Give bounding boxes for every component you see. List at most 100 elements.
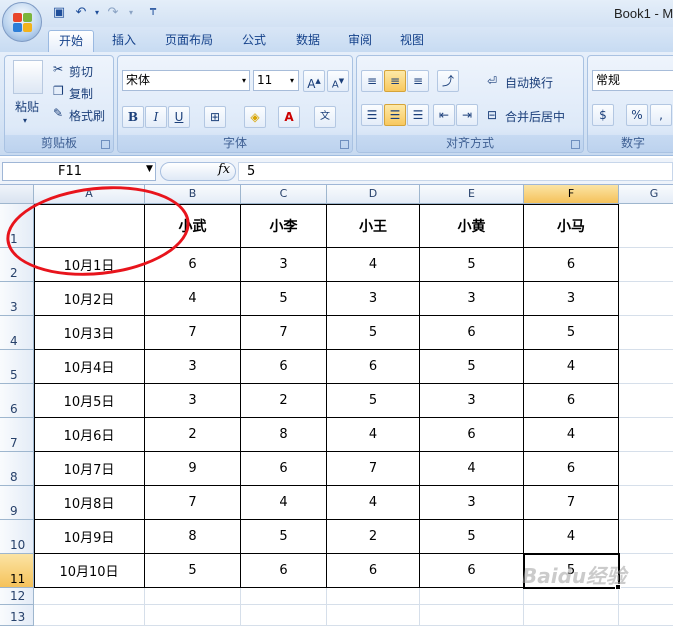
value-cell[interactable]: 3: [420, 282, 524, 316]
copy-button[interactable]: 复制: [69, 85, 93, 102]
date-cell[interactable]: 10月4日: [34, 350, 145, 384]
value-cell[interactable]: 5: [327, 316, 420, 350]
merge-center-icon[interactable]: ⊟: [487, 108, 497, 122]
value-cell[interactable]: 7: [327, 452, 420, 486]
value-cell[interactable]: 5: [420, 248, 524, 282]
value-cell[interactable]: 6: [420, 418, 524, 452]
value-cell[interactable]: 5: [420, 520, 524, 554]
italic-icon[interactable]: I: [145, 106, 167, 128]
value-cell[interactable]: 5: [327, 384, 420, 418]
value-cell[interactable]: 7: [241, 316, 327, 350]
row-header-11[interactable]: 11: [0, 554, 34, 588]
column-header-e[interactable]: E: [420, 185, 524, 204]
underline-icon[interactable]: U: [168, 106, 190, 128]
tab-formulas[interactable]: 公式: [234, 30, 274, 52]
value-cell[interactable]: 5: [524, 316, 619, 350]
date-cell[interactable]: 10月6日: [34, 418, 145, 452]
accounting-format-icon[interactable]: $: [592, 104, 614, 126]
name-box[interactable]: F11: [2, 162, 156, 181]
tab-review[interactable]: 审阅: [340, 30, 380, 52]
header-cell[interactable]: [34, 204, 145, 248]
redo-dropdown-icon[interactable]: ▾: [122, 4, 140, 22]
alignment-launcher-icon[interactable]: [571, 140, 580, 149]
clipboard-launcher-icon[interactable]: [101, 140, 110, 149]
tab-data[interactable]: 数据: [288, 30, 328, 52]
shrink-font-icon[interactable]: A▼: [327, 70, 349, 92]
percent-style-button[interactable]: %: [626, 104, 648, 126]
wrap-text-button[interactable]: 自动换行: [505, 74, 553, 91]
tab-view[interactable]: 视图: [392, 30, 432, 52]
value-cell[interactable]: 6: [145, 248, 241, 282]
cut-button[interactable]: 剪切: [69, 63, 93, 80]
align-left-icon[interactable]: ☰: [361, 104, 383, 126]
value-cell[interactable]: 6: [327, 554, 420, 588]
value-cell[interactable]: 2: [327, 520, 420, 554]
format-painter-button[interactable]: 格式刷: [69, 107, 105, 124]
value-cell[interactable]: 4: [327, 248, 420, 282]
row-header-7[interactable]: 7: [0, 418, 34, 452]
row-header-3[interactable]: 3: [0, 282, 34, 316]
value-cell[interactable]: 2: [241, 384, 327, 418]
value-cell[interactable]: 2: [145, 418, 241, 452]
tab-page-layout[interactable]: 页面布局: [158, 30, 220, 52]
value-cell[interactable]: 3: [241, 248, 327, 282]
font-color-icon[interactable]: A: [278, 106, 300, 128]
header-cell[interactable]: 小王: [327, 204, 420, 248]
value-cell[interactable]: 4: [524, 418, 619, 452]
align-top-icon[interactable]: ≡: [361, 70, 383, 92]
value-cell[interactable]: 7: [524, 486, 619, 520]
column-header-b[interactable]: B: [145, 185, 241, 204]
align-center-icon[interactable]: ☰: [384, 104, 406, 126]
value-cell[interactable]: 4: [420, 452, 524, 486]
value-cell[interactable]: 6: [524, 452, 619, 486]
value-cell[interactable]: 6: [241, 554, 327, 588]
value-cell[interactable]: 6: [420, 554, 524, 588]
value-cell[interactable]: 3: [145, 384, 241, 418]
increase-indent-icon[interactable]: ⇥: [456, 104, 478, 126]
paste-dropdown-icon[interactable]: ▾: [23, 116, 27, 125]
value-cell[interactable]: 3: [420, 384, 524, 418]
orientation-icon[interactable]: ⤴: [437, 70, 459, 92]
value-cell[interactable]: 6: [241, 350, 327, 384]
value-cell[interactable]: 4: [241, 486, 327, 520]
value-cell[interactable]: 4: [145, 282, 241, 316]
cut-icon[interactable]: ✂: [53, 62, 63, 76]
fill-color-icon[interactable]: ◈: [244, 106, 266, 128]
value-cell[interactable]: 6: [420, 316, 524, 350]
format-painter-icon[interactable]: ✎: [53, 106, 63, 120]
font-launcher-icon[interactable]: [340, 140, 349, 149]
value-cell[interactable]: 6: [524, 248, 619, 282]
bold-icon[interactable]: B: [122, 106, 144, 128]
column-header-f[interactable]: F: [524, 185, 619, 204]
value-cell[interactable]: 6: [327, 350, 420, 384]
value-cell[interactable]: 4: [524, 350, 619, 384]
row-header-2[interactable]: 2: [0, 248, 34, 282]
align-right-icon[interactable]: ☰: [407, 104, 429, 126]
row-header-10[interactable]: 10: [0, 520, 34, 554]
save-icon[interactable]: ▣: [50, 4, 68, 22]
date-cell[interactable]: 10月3日: [34, 316, 145, 350]
grow-font-icon[interactable]: A▲: [303, 70, 325, 92]
value-cell[interactable]: 4: [524, 520, 619, 554]
align-bottom-icon[interactable]: ≡: [407, 70, 429, 92]
comma-style-button[interactable]: ,: [650, 104, 672, 126]
value-cell[interactable]: 6: [524, 384, 619, 418]
customize-toolbar-icon[interactable]: ₸: [144, 4, 162, 22]
number-format-select[interactable]: 常规: [592, 70, 673, 91]
header-cell[interactable]: 小马: [524, 204, 619, 248]
date-cell[interactable]: 10月2日: [34, 282, 145, 316]
align-middle-icon[interactable]: ≡: [384, 70, 406, 92]
paste-button[interactable]: 粘贴: [15, 98, 39, 115]
decrease-indent-icon[interactable]: ⇤: [433, 104, 455, 126]
value-cell[interactable]: 3: [145, 350, 241, 384]
value-cell[interactable]: 5: [241, 282, 327, 316]
value-cell[interactable]: 4: [327, 486, 420, 520]
font-size-dropdown-icon[interactable]: ▾: [290, 76, 294, 85]
row-header-12[interactable]: 12: [0, 588, 34, 605]
copy-icon[interactable]: ❐: [53, 84, 64, 98]
column-header-a[interactable]: A: [34, 185, 145, 204]
value-cell[interactable]: 3: [327, 282, 420, 316]
date-cell[interactable]: 10月1日: [34, 248, 145, 282]
date-cell[interactable]: 10月8日: [34, 486, 145, 520]
row-header-5[interactable]: 5: [0, 350, 34, 384]
